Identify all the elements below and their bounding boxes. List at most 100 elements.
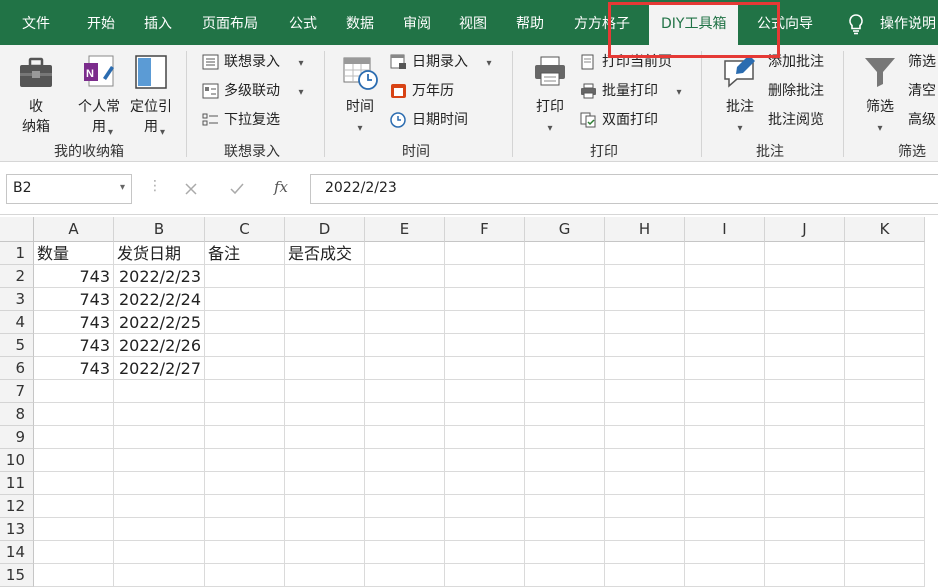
tab-formulas[interactable]: 公式 [289, 14, 317, 34]
cell-e9[interactable] [365, 426, 445, 449]
advanced-filter-button[interactable]: 高级 [908, 109, 936, 131]
cell-d4[interactable] [285, 311, 365, 334]
column-header-k[interactable]: K [845, 217, 925, 242]
cell-i14[interactable] [685, 541, 765, 564]
multilevel-link-button[interactable]: 多级联动 ▾ [202, 80, 303, 102]
cell-d8[interactable] [285, 403, 365, 426]
row-header-4[interactable]: 4 [0, 311, 34, 334]
cell-b12[interactable] [114, 495, 205, 518]
cell-i4[interactable] [685, 311, 765, 334]
filter-button[interactable]: 筛选 ▾ [858, 53, 902, 139]
cell-j4[interactable] [765, 311, 845, 334]
cell-a15[interactable] [34, 564, 114, 587]
cell-g8[interactable] [525, 403, 605, 426]
row-header-11[interactable]: 11 [0, 472, 34, 495]
cell-a6[interactable]: 743 [34, 357, 114, 380]
cell-f11[interactable] [445, 472, 525, 495]
cell-b10[interactable] [114, 449, 205, 472]
cell-f8[interactable] [445, 403, 525, 426]
row-header-7[interactable]: 7 [0, 380, 34, 403]
chevron-down-icon[interactable]: ▾ [120, 182, 125, 193]
row-header-9[interactable]: 9 [0, 426, 34, 449]
cell-g6[interactable] [525, 357, 605, 380]
cell-j1[interactable] [765, 242, 845, 265]
cell-i3[interactable] [685, 288, 765, 311]
cell-k9[interactable] [845, 426, 925, 449]
cell-f13[interactable] [445, 518, 525, 541]
cell-k2[interactable] [845, 265, 925, 288]
cell-c6[interactable] [205, 357, 285, 380]
dropdown-multiselect-button[interactable]: 下拉复选 [202, 109, 280, 131]
cell-k4[interactable] [845, 311, 925, 334]
column-header-h[interactable]: H [605, 217, 685, 242]
personal-common-button[interactable]: N 个人常 用 ▾ [74, 53, 124, 138]
row-header-13[interactable]: 13 [0, 518, 34, 541]
batch-print-button[interactable]: 批量打印 ▾ [580, 80, 681, 102]
cell-h2[interactable] [605, 265, 685, 288]
cell-g9[interactable] [525, 426, 605, 449]
cell-j14[interactable] [765, 541, 845, 564]
cell-b1[interactable]: 发货日期 [114, 242, 205, 265]
cell-b4[interactable]: 2022/2/25 [114, 311, 205, 334]
cell-c12[interactable] [205, 495, 285, 518]
cell-h11[interactable] [605, 472, 685, 495]
cell-i10[interactable] [685, 449, 765, 472]
cell-f2[interactable] [445, 265, 525, 288]
cell-b7[interactable] [114, 380, 205, 403]
cell-a8[interactable] [34, 403, 114, 426]
insert-function-icon[interactable]: fx [274, 178, 288, 196]
cell-i1[interactable] [685, 242, 765, 265]
cell-e12[interactable] [365, 495, 445, 518]
cell-e10[interactable] [365, 449, 445, 472]
cell-b14[interactable] [114, 541, 205, 564]
cell-f12[interactable] [445, 495, 525, 518]
cell-a7[interactable] [34, 380, 114, 403]
cell-c8[interactable] [205, 403, 285, 426]
cell-a4[interactable]: 743 [34, 311, 114, 334]
cell-c4[interactable] [205, 311, 285, 334]
cell-g15[interactable] [525, 564, 605, 587]
cell-j13[interactable] [765, 518, 845, 541]
row-header-8[interactable]: 8 [0, 403, 34, 426]
cell-a10[interactable] [34, 449, 114, 472]
cell-a2[interactable]: 743 [34, 265, 114, 288]
cell-a11[interactable] [34, 472, 114, 495]
cell-d13[interactable] [285, 518, 365, 541]
cell-k10[interactable] [845, 449, 925, 472]
linked-entry-button[interactable]: 联想录入 ▾ [202, 51, 303, 73]
row-header-5[interactable]: 5 [0, 334, 34, 357]
column-header-a[interactable]: A [34, 217, 114, 242]
tab-review[interactable]: 审阅 [403, 14, 431, 34]
cell-h4[interactable] [605, 311, 685, 334]
column-header-b[interactable]: B [114, 217, 205, 242]
cell-f9[interactable] [445, 426, 525, 449]
cell-e5[interactable] [365, 334, 445, 357]
tab-home[interactable]: 开始 [87, 14, 115, 34]
row-header-10[interactable]: 10 [0, 449, 34, 472]
cell-c1[interactable]: 备注 [205, 242, 285, 265]
tab-page-layout[interactable]: 页面布局 [202, 14, 258, 34]
cell-h7[interactable] [605, 380, 685, 403]
cell-b6[interactable]: 2022/2/27 [114, 357, 205, 380]
time-button[interactable]: 时间 ▾ [337, 53, 383, 139]
cell-b3[interactable]: 2022/2/24 [114, 288, 205, 311]
cell-g7[interactable] [525, 380, 605, 403]
cell-d11[interactable] [285, 472, 365, 495]
cell-a12[interactable] [34, 495, 114, 518]
cell-c7[interactable] [205, 380, 285, 403]
date-time-button[interactable]: 日期时间 [390, 109, 468, 131]
column-header-f[interactable]: F [445, 217, 525, 242]
cancel-icon[interactable] [184, 182, 198, 196]
column-header-c[interactable]: C [205, 217, 285, 242]
add-comment-button[interactable]: 添加批注 [768, 51, 824, 73]
row-header-14[interactable]: 14 [0, 541, 34, 564]
cell-j15[interactable] [765, 564, 845, 587]
cell-b9[interactable] [114, 426, 205, 449]
cell-b8[interactable] [114, 403, 205, 426]
row-header-15[interactable]: 15 [0, 564, 34, 587]
cell-e6[interactable] [365, 357, 445, 380]
cell-g1[interactable] [525, 242, 605, 265]
cell-d5[interactable] [285, 334, 365, 357]
cell-h1[interactable] [605, 242, 685, 265]
cell-e7[interactable] [365, 380, 445, 403]
